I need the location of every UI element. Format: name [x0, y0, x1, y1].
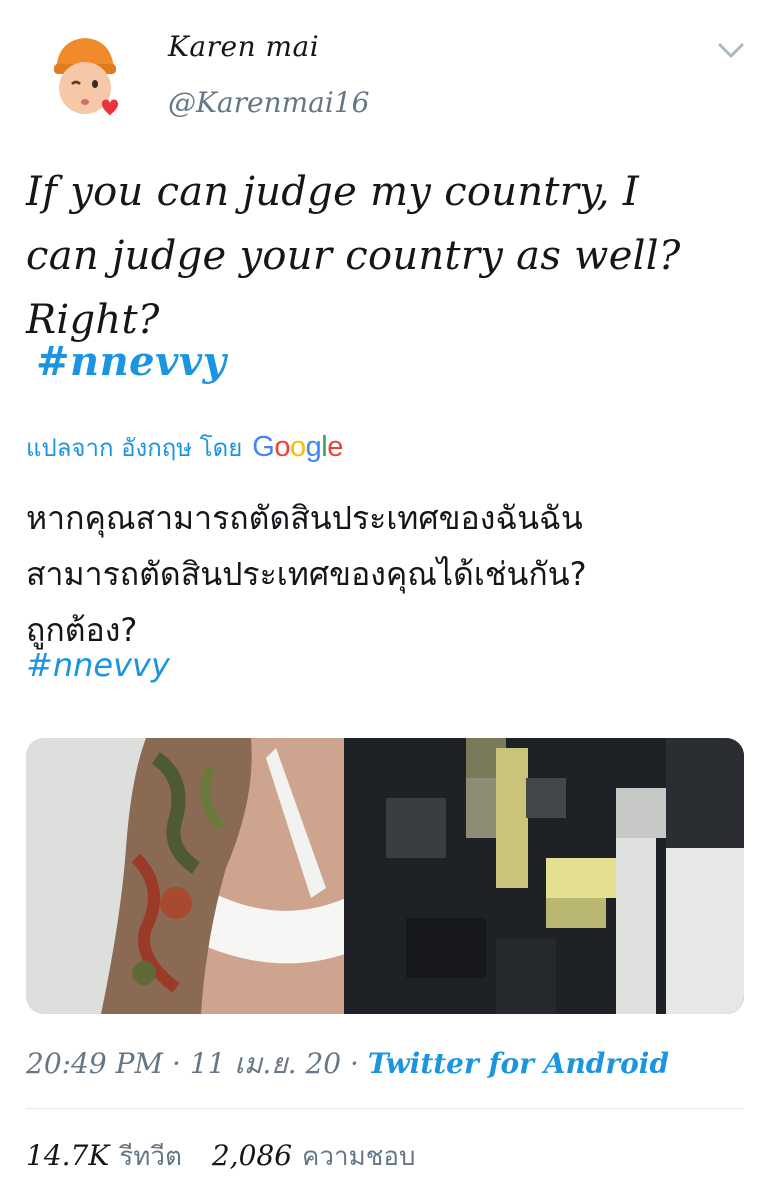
likes-stat[interactable]: 2,086 ความชอบ: [212, 1136, 416, 1177]
divider: [26, 1108, 744, 1109]
chevron-down-icon[interactable]: [716, 38, 746, 62]
tweet-text-line: can judge your country as well?: [26, 233, 681, 279]
translated-text: หากคุณสามารถตัดสินประเทศของฉันฉัน สามารถ…: [26, 490, 746, 658]
google-letter: G: [252, 431, 275, 463]
avatar[interactable]: [40, 30, 130, 120]
tweet-media-image[interactable]: [26, 738, 744, 1014]
tweet-time: 20:49 PM: [26, 1047, 164, 1080]
likes-count: 2,086: [211, 1139, 293, 1172]
google-letter: o: [290, 431, 306, 463]
tweet-meta: 20:49 PM · 11 เม.ย. 20 · Twitter for And…: [26, 1042, 669, 1086]
retweets-stat[interactable]: 14.7K รีทวีต: [26, 1136, 182, 1177]
user-handle[interactable]: @Karenmai16: [168, 86, 369, 119]
google-letter: e: [327, 431, 343, 463]
translation-attribution[interactable]: แปลจาก อังกฤษ โดย Google: [26, 428, 343, 467]
likes-label: ความชอบ: [302, 1142, 416, 1172]
translated-text-line: สามารถตัดสินประเทศของคุณได้เช่นกัน?: [26, 555, 587, 593]
tweet-date: 11 เม.ย. 20: [189, 1047, 342, 1080]
tweet-text: If you can judge my country, I can judge…: [26, 160, 746, 352]
tweet-text-line: If you can judge my country, I: [26, 169, 639, 215]
translation-prefix: แปลจาก อังกฤษ โดย: [26, 434, 243, 462]
meta-separator: ·: [163, 1047, 190, 1080]
tweet-stats: 14.7K รีทวีต 2,086 ความชอบ: [26, 1136, 446, 1177]
tweet-hashtag-link[interactable]: #nnevvy: [36, 338, 226, 385]
retweets-label: รีทวีต: [119, 1142, 182, 1172]
user-display-name[interactable]: Karen mai: [168, 30, 319, 63]
translated-hashtag-link[interactable]: #nnevvy: [26, 646, 170, 684]
google-letter: o: [274, 431, 290, 463]
retweets-count: 14.7K: [26, 1139, 110, 1172]
translated-text-line: หากคุณสามารถตัดสินประเทศของฉันฉัน: [26, 499, 583, 537]
meta-separator: ·: [341, 1047, 368, 1080]
google-letter: g: [305, 431, 322, 463]
media-photo: [26, 738, 744, 1014]
tweet-source-link[interactable]: Twitter for Android: [368, 1047, 669, 1080]
google-logo: Google: [252, 431, 343, 464]
